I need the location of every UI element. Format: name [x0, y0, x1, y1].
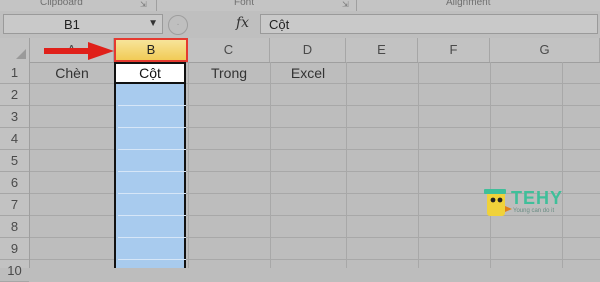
column-b-selection[interactable] [114, 84, 186, 268]
row-header-6[interactable]: 6 [0, 172, 29, 194]
watermark-brand: TEHY [511, 188, 564, 208]
formula-input[interactable]: Cột [260, 14, 598, 34]
formula-bar-resize-icon[interactable]: · [168, 15, 188, 35]
row-header-9[interactable]: 9 [0, 238, 29, 260]
selection-gridline [118, 149, 186, 150]
cell-d1[interactable]: Excel [270, 63, 346, 83]
cell-a1[interactable]: Chèn [30, 63, 114, 83]
select-all-icon [16, 49, 26, 59]
selection-gridline [118, 105, 186, 106]
ribbon-divider [356, 0, 357, 11]
row-header-1[interactable]: 1 [0, 62, 29, 84]
red-arrow-icon [44, 42, 114, 60]
name-box-value: B1 [64, 17, 80, 32]
row-header-2[interactable]: 2 [0, 84, 29, 106]
column-header-b[interactable]: B [114, 38, 188, 62]
row-header-8[interactable]: 8 [0, 216, 29, 238]
row-header-3[interactable]: 3 [0, 106, 29, 128]
row-header-7[interactable]: 7 [0, 194, 29, 216]
select-all-button[interactable] [0, 38, 30, 62]
ribbon-group-alignment: Alignment [446, 0, 491, 8]
selection-gridline [118, 237, 186, 238]
column-header-g[interactable]: G [490, 38, 600, 62]
clipboard-launcher-icon[interactable]: ⇲ [140, 0, 147, 9]
cell-b1-active[interactable]: Cột [114, 62, 186, 84]
row-header-5[interactable]: 5 [0, 150, 29, 172]
ribbon-group-font: Font [234, 0, 255, 8]
name-box[interactable]: B1 ▼ [3, 14, 163, 34]
formula-bar: B1 ▼ · fx Cột [0, 11, 600, 39]
column-header-f[interactable]: F [418, 38, 490, 62]
formula-content: Cột [269, 17, 290, 32]
watermark-tagline: Young can do it [513, 208, 555, 214]
selection-gridline [118, 127, 186, 128]
font-launcher-icon[interactable]: ⇲ [342, 0, 349, 9]
insert-function-icon[interactable]: fx [236, 15, 249, 31]
ribbon-divider [156, 0, 157, 11]
selection-gridline [118, 193, 186, 194]
selection-gridline [118, 215, 186, 216]
row-header-4[interactable]: 4 [0, 128, 29, 150]
cell-c1[interactable]: Trong [188, 63, 270, 83]
row-header-10[interactable]: 10 [0, 260, 29, 282]
ribbon-group-clipboard: Clipboard [40, 0, 83, 8]
column-header-d[interactable]: D [270, 38, 346, 62]
selection-gridline [118, 259, 186, 260]
row-headers: 1 2 3 4 5 6 7 8 9 10 [0, 62, 30, 282]
selection-gridline [118, 171, 186, 172]
column-header-c[interactable]: C [188, 38, 270, 62]
chevron-down-icon[interactable]: ▼ [148, 18, 158, 29]
column-header-e[interactable]: E [346, 38, 418, 62]
